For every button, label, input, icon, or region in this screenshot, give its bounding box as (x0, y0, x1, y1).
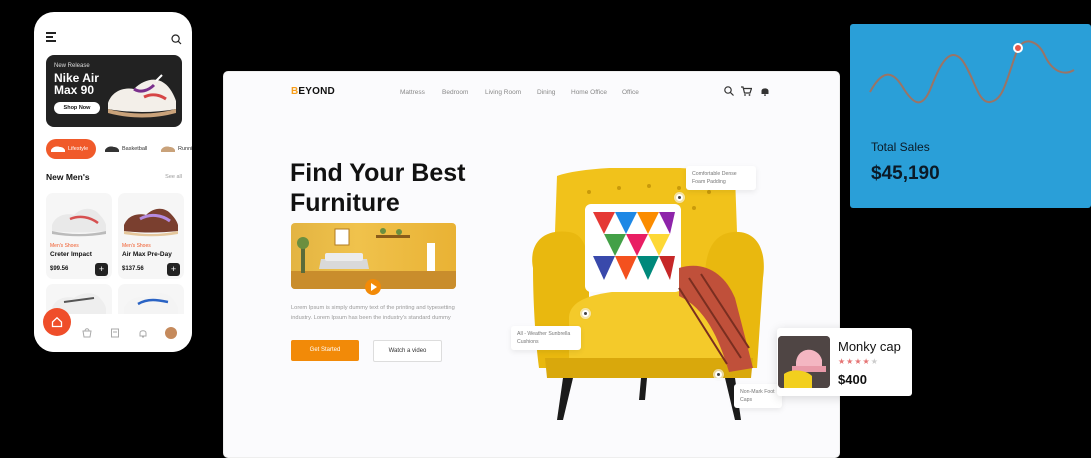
nav-item-home-office[interactable]: Home Office (571, 89, 607, 96)
see-all-link[interactable]: See all (165, 174, 182, 180)
chip-label: Lifestyle (68, 146, 89, 152)
product-card[interactable]: Men's Shoes Creter Impact $99.56 + (46, 193, 112, 279)
receipt-icon[interactable] (110, 328, 120, 338)
nav-item-dining[interactable]: Dining (537, 89, 555, 96)
star-icon: ★ (838, 357, 847, 366)
sneaker-image (108, 74, 176, 118)
chip-running[interactable]: Runni (156, 139, 192, 159)
product-price: $400 (838, 372, 867, 387)
product-name: Creter Impact (50, 251, 92, 258)
chip-lifestyle[interactable]: Lifestyle (46, 139, 96, 159)
total-sales-card: Total Sales $45,190 (850, 24, 1091, 208)
play-icon (371, 283, 377, 291)
shoe-icon (161, 146, 175, 152)
promo-kicker: New Release (54, 63, 90, 69)
search-icon[interactable] (724, 86, 734, 96)
star-icon: ★ (854, 357, 863, 366)
hero-headline: Find Your Best Furniture (290, 159, 466, 217)
sales-value: $45,190 (871, 163, 940, 184)
bag-icon[interactable] (82, 328, 92, 338)
hotspot-marker[interactable] (715, 371, 722, 378)
nav-item-living-room[interactable]: Living Room (485, 89, 521, 96)
chip-basketball[interactable]: Basketball (100, 139, 152, 159)
shop-now-button[interactable]: Shop Now (54, 102, 100, 114)
nav-item-office[interactable]: Office (622, 89, 639, 96)
brand-logo[interactable]: BEYOND (291, 86, 335, 97)
mobile-app-screen: New Release Nike Air Max 90 Shop Now Lif… (34, 12, 192, 352)
nav-item-bedroom[interactable]: Bedroom (442, 89, 468, 96)
rating-stars: ★★★★★ (838, 357, 879, 366)
promo-banner[interactable]: New Release Nike Air Max 90 Shop Now (46, 55, 182, 127)
feature-tag-padding: Comfortable Dense Foam Padding (686, 166, 756, 190)
hotspot-marker[interactable] (676, 194, 683, 201)
product-price: $137.56 (122, 266, 144, 272)
product-price: $99.56 (50, 266, 69, 272)
hero-description: Lorem Ipsum is simply dummy text of the … (291, 305, 455, 321)
sneaker-image (124, 208, 178, 237)
play-button[interactable] (365, 279, 381, 295)
cap-image (778, 336, 830, 388)
home-icon (51, 316, 63, 328)
hotspot-marker[interactable] (582, 310, 589, 317)
add-to-cart-button[interactable]: + (167, 263, 180, 276)
product-category: Men's Shoes (122, 243, 151, 249)
search-icon[interactable] (171, 32, 182, 50)
sales-trend-line (869, 40, 1075, 104)
feature-tag-cushions: All - Weather Sunbrella Cushions (511, 326, 581, 350)
category-chips: Lifestyle Basketball Runni (46, 139, 192, 159)
shoe-icon (51, 146, 65, 152)
product-name: Air Max Pre-Day (122, 251, 172, 258)
product-mini-card[interactable]: Monky cap ★★★★★ $400 (777, 328, 912, 396)
get-started-button[interactable]: Get Started (291, 340, 359, 361)
furniture-website: BEYOND Mattress Bedroom Living Room Dini… (224, 72, 839, 457)
sales-label: Total Sales (871, 140, 930, 154)
product-name: Monky cap (838, 339, 901, 354)
avatar[interactable] (165, 327, 177, 339)
home-tab-button[interactable] (43, 308, 71, 336)
bell-icon[interactable] (760, 86, 770, 96)
chip-label: Basketball (122, 146, 148, 152)
shoe-icon (105, 146, 119, 152)
product-category: Men's Shoes (50, 243, 79, 249)
sneaker-image (52, 208, 106, 237)
product-image (778, 336, 830, 388)
feature-tag-feet: Non-Mark Foot Caps (734, 384, 782, 408)
bell-icon[interactable] (138, 328, 148, 338)
cart-icon[interactable] (741, 86, 752, 96)
armchair-image (532, 168, 764, 420)
menu-icon[interactable] (46, 32, 56, 44)
watch-video-button[interactable]: Watch a video (373, 340, 442, 362)
add-to-cart-button[interactable]: + (95, 263, 108, 276)
chip-label: Runni (178, 146, 192, 152)
nav-item-mattress[interactable]: Mattress (400, 89, 425, 96)
star-icon: ★ (870, 357, 879, 366)
section-title: New Men's (46, 172, 90, 182)
star-icon: ★ (862, 357, 871, 366)
product-card[interactable]: Men's Shoes Air Max Pre-Day $137.56 + (118, 193, 184, 279)
